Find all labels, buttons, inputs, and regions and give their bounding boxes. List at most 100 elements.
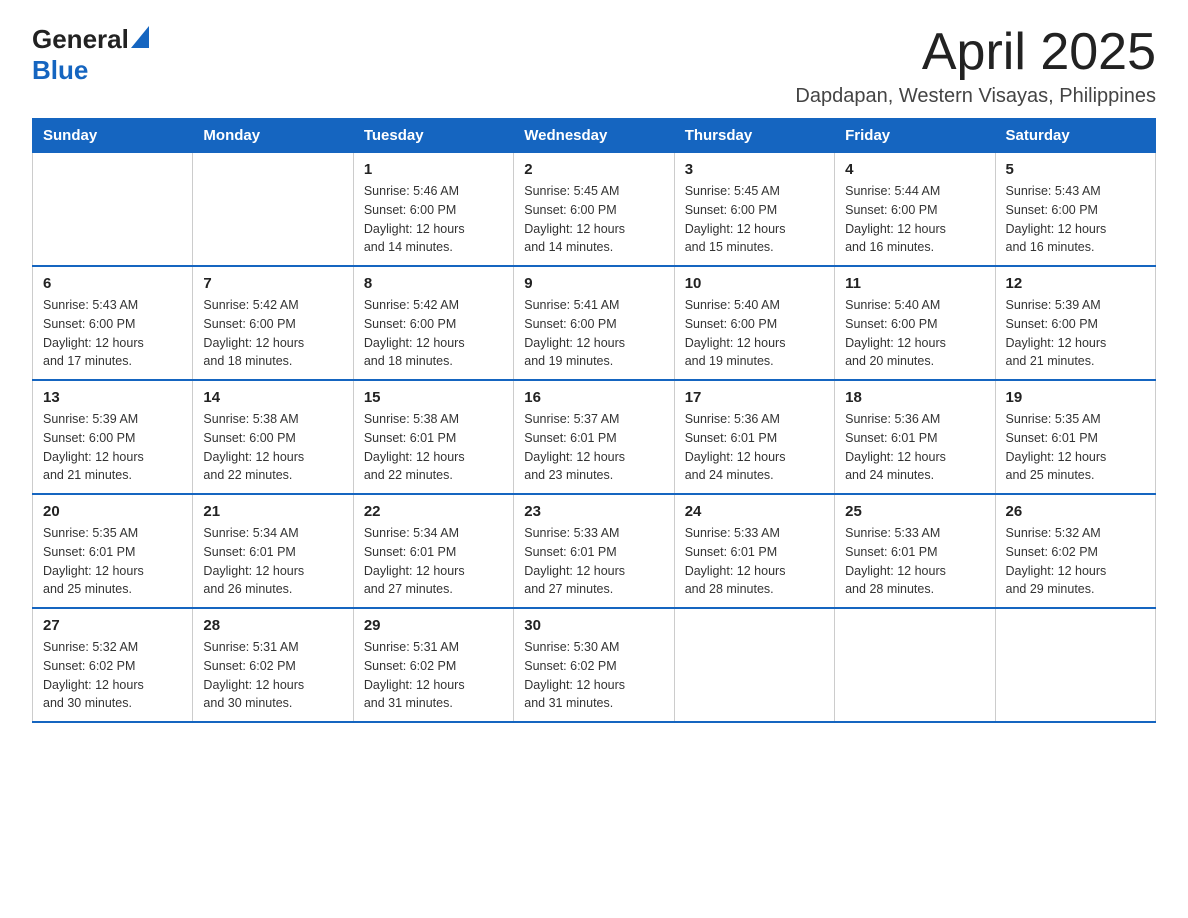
- day-number: 6: [43, 275, 182, 292]
- calendar-cell-w5-d6: [835, 608, 995, 722]
- day-info: Sunrise: 5:43 AM Sunset: 6:00 PM Dayligh…: [1006, 182, 1145, 257]
- calendar-cell-w1-d4: 2Sunrise: 5:45 AM Sunset: 6:00 PM Daylig…: [514, 153, 674, 267]
- calendar-cell-w1-d1: [33, 153, 193, 267]
- page-header: General Blue April 2025 Dapdapan, Wester…: [32, 24, 1156, 108]
- day-number: 25: [845, 503, 984, 520]
- calendar-week-row-5: 27Sunrise: 5:32 AM Sunset: 6:02 PM Dayli…: [33, 608, 1156, 722]
- col-friday: Friday: [835, 119, 995, 153]
- calendar-cell-w2-d1: 6 Sunrise: 5:43 AM Sunset: 6:00 PM Daylig…: [33, 266, 193, 380]
- day-info: Sunrise: 5:40 AM Sunset: 6:00 PM Dayligh…: [845, 296, 984, 371]
- day-number: 17: [685, 389, 824, 406]
- day-info: Sunrise: 5:35 AM Sunset: 6:01 PM Dayligh…: [43, 524, 182, 599]
- day-number: 28: [203, 617, 342, 634]
- title-area: April 2025 Dapdapan, Western Visayas, Ph…: [795, 24, 1156, 108]
- calendar-cell-w2-d2: 7 Sunrise: 5:42 AM Sunset: 6:00 PM Daylig…: [193, 266, 353, 380]
- calendar-week-row-4: 20 Sunrise: 5:35 AM Sunset: 6:01 PM Dayli…: [33, 494, 1156, 608]
- calendar-cell-w4-d2: 21 Sunrise: 5:34 AM Sunset: 6:01 PM Dayli…: [193, 494, 353, 608]
- day-info: Sunrise: 5:31 AM Sunset: 6:02 PM Dayligh…: [364, 638, 503, 713]
- day-info: Sunrise: 5:45 AM Sunset: 6:00 PM Dayligh…: [685, 182, 824, 257]
- day-number: 5: [1006, 161, 1145, 178]
- day-number: 13: [43, 389, 182, 406]
- calendar-cell-w5-d7: [995, 608, 1155, 722]
- col-tuesday: Tuesday: [353, 119, 513, 153]
- day-number: 20: [43, 503, 182, 520]
- day-number: 15: [364, 389, 503, 406]
- day-info: Sunrise: 5:33 AM Sunset: 6:01 PM Dayligh…: [685, 524, 824, 599]
- col-monday: Monday: [193, 119, 353, 153]
- calendar-cell-w1-d3: 1Sunrise: 5:46 AM Sunset: 6:00 PM Daylig…: [353, 153, 513, 267]
- day-number: 18: [845, 389, 984, 406]
- day-info: Sunrise: 5:35 AM Sunset: 6:01 PM Dayligh…: [1006, 410, 1145, 485]
- day-info: Sunrise: 5:43 AM Sunset: 6:00 PM Dayligh…: [43, 296, 182, 371]
- calendar-cell-w2-d3: 8Sunrise: 5:42 AM Sunset: 6:00 PM Daylig…: [353, 266, 513, 380]
- day-info: Sunrise: 5:45 AM Sunset: 6:00 PM Dayligh…: [524, 182, 663, 257]
- day-info: Sunrise: 5:36 AM Sunset: 6:01 PM Dayligh…: [845, 410, 984, 485]
- calendar-cell-w2-d4: 9 Sunrise: 5:41 AM Sunset: 6:00 PM Daylig…: [514, 266, 674, 380]
- day-number: 14: [203, 389, 342, 406]
- calendar-cell-w5-d2: 28Sunrise: 5:31 AM Sunset: 6:02 PM Dayli…: [193, 608, 353, 722]
- calendar-cell-w3-d3: 15 Sunrise: 5:38 AM Sunset: 6:01 PM Dayli…: [353, 380, 513, 494]
- day-info: Sunrise: 5:34 AM Sunset: 6:01 PM Dayligh…: [203, 524, 342, 599]
- calendar-cell-w5-d4: 30 Sunrise: 5:30 AM Sunset: 6:02 PM Dayli…: [514, 608, 674, 722]
- calendar-cell-w4-d3: 22 Sunrise: 5:34 AM Sunset: 6:01 PM Dayli…: [353, 494, 513, 608]
- calendar-week-row-2: 6 Sunrise: 5:43 AM Sunset: 6:00 PM Daylig…: [33, 266, 1156, 380]
- day-info: Sunrise: 5:39 AM Sunset: 6:00 PM Dayligh…: [43, 410, 182, 485]
- calendar-cell-w3-d7: 19 Sunrise: 5:35 AM Sunset: 6:01 PM Dayli…: [995, 380, 1155, 494]
- day-number: 22: [364, 503, 503, 520]
- col-sunday: Sunday: [33, 119, 193, 153]
- logo-triangle-icon: [131, 26, 149, 48]
- day-number: 24: [685, 503, 824, 520]
- calendar-cell-w3-d1: 13 Sunrise: 5:39 AM Sunset: 6:00 PM Dayli…: [33, 380, 193, 494]
- day-info: Sunrise: 5:34 AM Sunset: 6:01 PM Dayligh…: [364, 524, 503, 599]
- day-number: 19: [1006, 389, 1145, 406]
- day-info: Sunrise: 5:37 AM Sunset: 6:01 PM Dayligh…: [524, 410, 663, 485]
- col-wednesday: Wednesday: [514, 119, 674, 153]
- calendar-cell-w3-d2: 14 Sunrise: 5:38 AM Sunset: 6:00 PM Dayli…: [193, 380, 353, 494]
- day-number: 12: [1006, 275, 1145, 292]
- calendar-cell-w1-d7: 5 Sunrise: 5:43 AM Sunset: 6:00 PM Daylig…: [995, 153, 1155, 267]
- day-info: Sunrise: 5:39 AM Sunset: 6:00 PM Dayligh…: [1006, 296, 1145, 371]
- col-thursday: Thursday: [674, 119, 834, 153]
- day-number: 16: [524, 389, 663, 406]
- day-number: 27: [43, 617, 182, 634]
- calendar-cell-w4-d1: 20 Sunrise: 5:35 AM Sunset: 6:01 PM Dayli…: [33, 494, 193, 608]
- calendar-cell-w5-d1: 27Sunrise: 5:32 AM Sunset: 6:02 PM Dayli…: [33, 608, 193, 722]
- calendar-cell-w5-d5: [674, 608, 834, 722]
- day-info: Sunrise: 5:38 AM Sunset: 6:00 PM Dayligh…: [203, 410, 342, 485]
- logo-text-blue: Blue: [32, 55, 88, 85]
- calendar-cell-w3-d4: 16 Sunrise: 5:37 AM Sunset: 6:01 PM Dayli…: [514, 380, 674, 494]
- day-info: Sunrise: 5:33 AM Sunset: 6:01 PM Dayligh…: [845, 524, 984, 599]
- col-saturday: Saturday: [995, 119, 1155, 153]
- calendar-cell-w1-d2: [193, 153, 353, 267]
- day-number: 11: [845, 275, 984, 292]
- day-number: 21: [203, 503, 342, 520]
- calendar-cell-w3-d5: 17 Sunrise: 5:36 AM Sunset: 6:01 PM Dayli…: [674, 380, 834, 494]
- calendar-cell-w4-d5: 24 Sunrise: 5:33 AM Sunset: 6:01 PM Dayli…: [674, 494, 834, 608]
- day-info: Sunrise: 5:46 AM Sunset: 6:00 PM Dayligh…: [364, 182, 503, 257]
- day-info: Sunrise: 5:38 AM Sunset: 6:01 PM Dayligh…: [364, 410, 503, 485]
- day-number: 3: [685, 161, 824, 178]
- calendar-header-row: Sunday Monday Tuesday Wednesday Thursday…: [33, 119, 1156, 153]
- day-info: Sunrise: 5:30 AM Sunset: 6:02 PM Dayligh…: [524, 638, 663, 713]
- day-number: 26: [1006, 503, 1145, 520]
- calendar-week-row-3: 13 Sunrise: 5:39 AM Sunset: 6:00 PM Dayli…: [33, 380, 1156, 494]
- day-number: 7: [203, 275, 342, 292]
- day-number: 29: [364, 617, 503, 634]
- month-title: April 2025: [795, 24, 1156, 81]
- day-number: 23: [524, 503, 663, 520]
- calendar-week-row-1: 1Sunrise: 5:46 AM Sunset: 6:00 PM Daylig…: [33, 153, 1156, 267]
- day-number: 10: [685, 275, 824, 292]
- day-number: 9: [524, 275, 663, 292]
- calendar-cell-w1-d5: 3 Sunrise: 5:45 AM Sunset: 6:00 PM Daylig…: [674, 153, 834, 267]
- day-info: Sunrise: 5:42 AM Sunset: 6:00 PM Dayligh…: [203, 296, 342, 371]
- day-info: Sunrise: 5:41 AM Sunset: 6:00 PM Dayligh…: [524, 296, 663, 371]
- day-number: 30: [524, 617, 663, 634]
- calendar-cell-w3-d6: 18 Sunrise: 5:36 AM Sunset: 6:01 PM Dayli…: [835, 380, 995, 494]
- calendar-cell-w2-d6: 11 Sunrise: 5:40 AM Sunset: 6:00 PM Dayli…: [835, 266, 995, 380]
- calendar-cell-w1-d6: 4Sunrise: 5:44 AM Sunset: 6:00 PM Daylig…: [835, 153, 995, 267]
- day-info: Sunrise: 5:36 AM Sunset: 6:01 PM Dayligh…: [685, 410, 824, 485]
- calendar-cell-w2-d7: 12 Sunrise: 5:39 AM Sunset: 6:00 PM Dayli…: [995, 266, 1155, 380]
- day-info: Sunrise: 5:44 AM Sunset: 6:00 PM Dayligh…: [845, 182, 984, 257]
- calendar-cell-w2-d5: 10Sunrise: 5:40 AM Sunset: 6:00 PM Dayli…: [674, 266, 834, 380]
- calendar-cell-w4-d4: 23Sunrise: 5:33 AM Sunset: 6:01 PM Dayli…: [514, 494, 674, 608]
